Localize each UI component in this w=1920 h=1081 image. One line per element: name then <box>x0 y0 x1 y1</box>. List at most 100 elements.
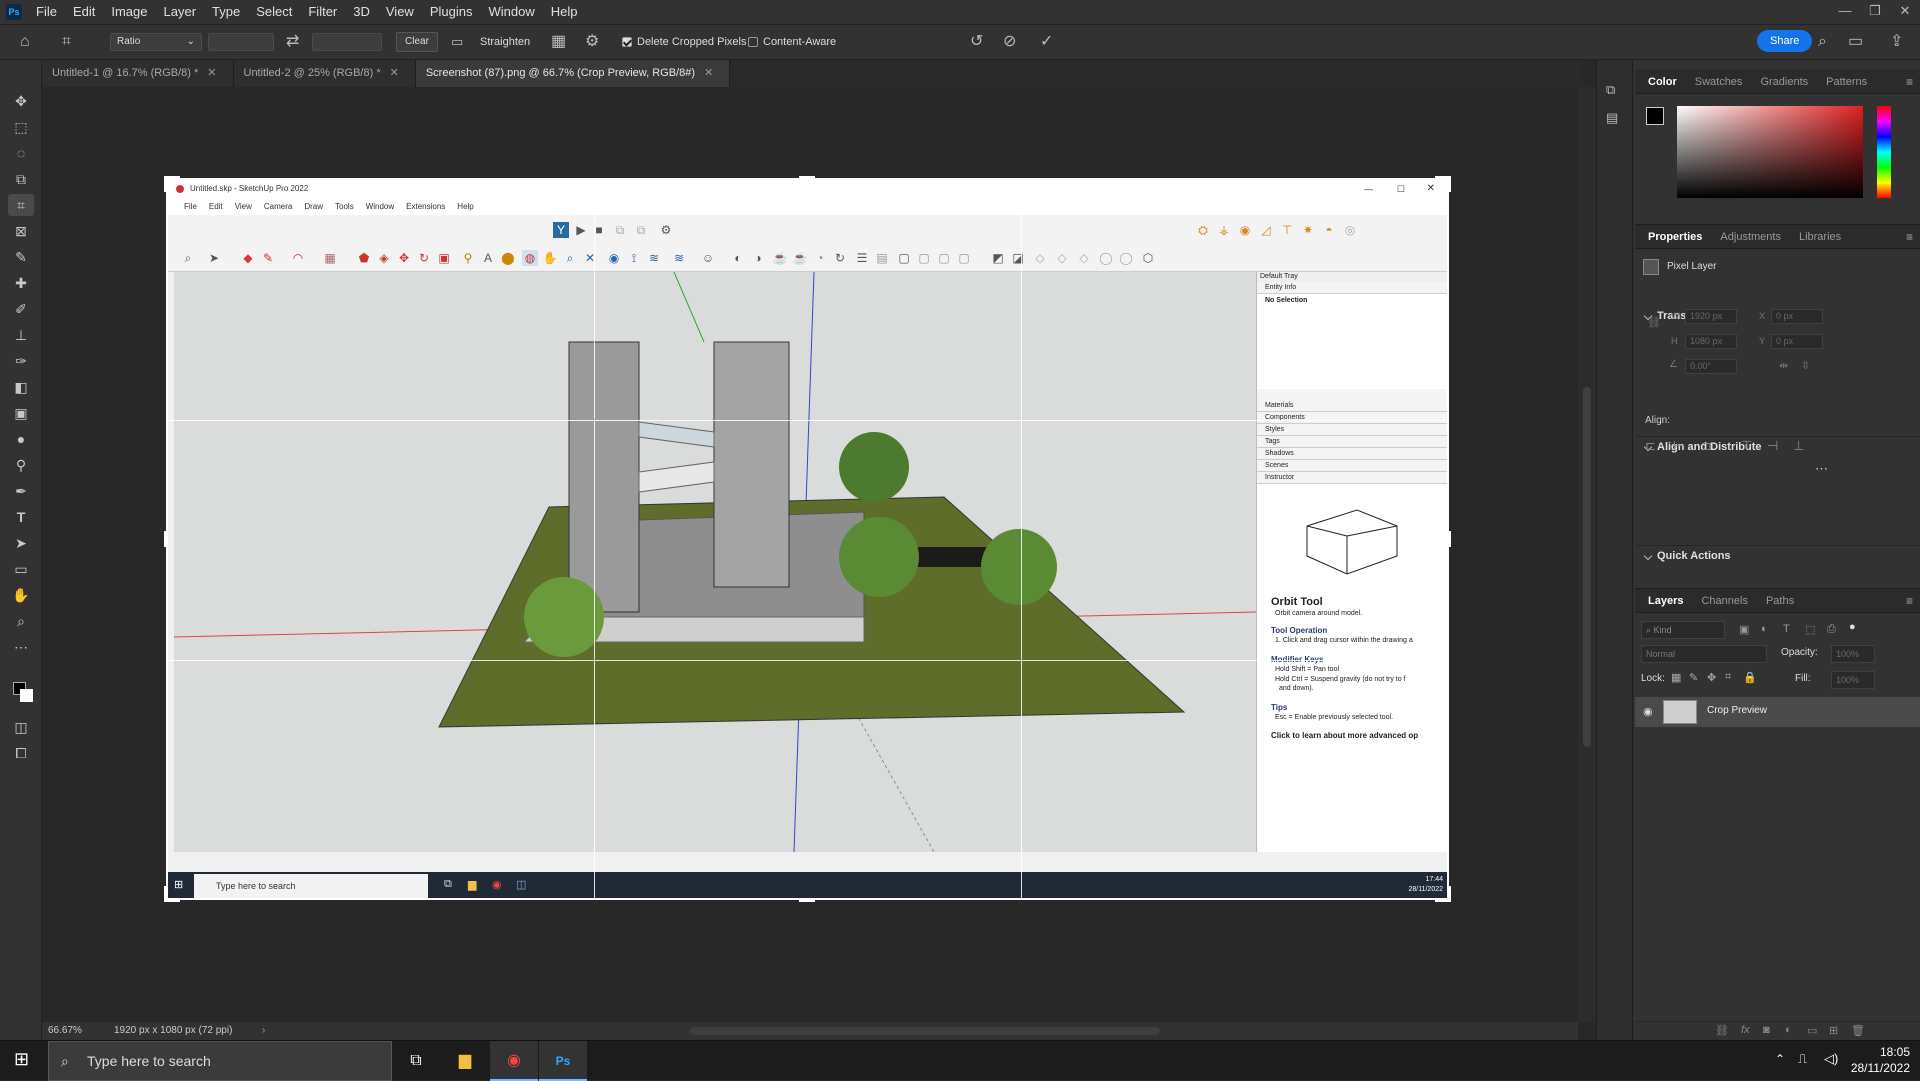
height-field[interactable]: 1080 px <box>1685 334 1737 349</box>
more-options-icon[interactable]: ⋯ <box>1815 461 1828 477</box>
tray-tags[interactable]: Tags <box>1257 436 1449 448</box>
view-icon[interactable]: ▢ <box>936 250 952 266</box>
filter-shape-icon[interactable]: ⬚ <box>1805 623 1815 636</box>
close-icon[interactable]: ✕ <box>1890 0 1920 24</box>
entity-info-header[interactable]: Entity Info <box>1257 282 1449 294</box>
filter-pixel-icon[interactable]: ▣ <box>1739 623 1749 636</box>
document-info[interactable]: 1920 px x 1080 px (72 ppi) <box>114 1022 232 1040</box>
close-icon[interactable]: ✕ <box>1427 178 1435 200</box>
sandbox-icon[interactable]: ⛭ <box>1195 222 1211 238</box>
filter-type-icon[interactable]: T <box>1783 623 1790 635</box>
eraser-icon[interactable]: ◆ <box>240 250 256 266</box>
su-menu-extensions[interactable]: Extensions <box>400 200 451 215</box>
scrollbar-horizontal-thumb[interactable] <box>690 1027 1160 1035</box>
crop-tool-icon[interactable]: ⌗ <box>8 194 34 216</box>
zoom-level[interactable]: 66.67% <box>48 1022 82 1040</box>
trimble-icon[interactable]: ◐ <box>730 250 746 266</box>
windows-start-icon[interactable]: ⊞ <box>174 878 183 891</box>
minimize-icon[interactable]: — <box>1364 178 1373 200</box>
more-tools-icon[interactable]: ⋯ <box>8 636 34 658</box>
gradient-tool-icon[interactable]: ▣ <box>8 402 34 424</box>
su-menu-file[interactable]: File <box>178 200 203 215</box>
hue-slider[interactable] <box>1877 106 1891 198</box>
solid-tools-icon[interactable]: ◪ <box>1010 250 1026 266</box>
restore-icon[interactable]: ☐ <box>1397 178 1405 200</box>
section-icon[interactable]: ◉ <box>606 250 622 266</box>
minimize-icon[interactable]: — <box>1830 0 1860 24</box>
close-icon[interactable]: ✕ <box>704 67 713 79</box>
document-image[interactable]: Untitled.skp - SketchUp Pro 2022 — ☐ ✕ F… <box>166 178 1449 900</box>
tab-properties[interactable]: Properties <box>1639 225 1711 248</box>
blend-mode-select[interactable]: Normal <box>1641 645 1767 663</box>
tab-paths[interactable]: Paths <box>1757 589 1803 612</box>
panel-menu-icon[interactable]: ≡ <box>1906 589 1920 612</box>
solid-tools-icon[interactable]: ◯ <box>1118 250 1134 266</box>
object-select-icon[interactable]: ⧉ <box>8 168 34 190</box>
view-icon[interactable]: ▢ <box>916 250 932 266</box>
menu-file[interactable]: File <box>28 0 65 24</box>
step-icon[interactable]: ⧉ <box>612 222 628 238</box>
menu-help[interactable]: Help <box>543 0 586 24</box>
solid-tools-icon[interactable]: ◇ <box>1054 250 1070 266</box>
history-icon[interactable]: ⧉ <box>1606 82 1615 98</box>
learn-more-link[interactable]: Click to learn about more advanced op <box>1271 731 1418 740</box>
sandbox-icon[interactable]: ◉ <box>1237 222 1253 238</box>
orbit-icon[interactable]: ◍ <box>522 250 538 266</box>
pan-icon[interactable]: ✋ <box>542 250 558 266</box>
width-field[interactable]: 1920 px <box>1685 309 1737 324</box>
sandbox-icon[interactable]: ⊤ <box>1279 222 1295 238</box>
add-mask-icon[interactable]: ◙ <box>1763 1024 1770 1036</box>
su-menu-edit[interactable]: Edit <box>203 200 229 215</box>
section-icon[interactable]: ⟟ <box>626 250 642 266</box>
su-menu-draw[interactable]: Draw <box>298 200 329 215</box>
close-icon[interactable]: ✕ <box>207 67 216 79</box>
tab-adjustments[interactable]: Adjustments <box>1711 225 1790 248</box>
solid-tools-icon[interactable]: ◯ <box>1098 250 1114 266</box>
file-explorer-icon[interactable]: ▆ <box>441 1041 489 1081</box>
su-menu-view[interactable]: View <box>229 200 258 215</box>
background-color-swatch[interactable] <box>20 689 33 702</box>
eyedropper-icon[interactable]: ✎ <box>8 246 34 268</box>
history-brush-icon[interactable]: ✑ <box>8 350 34 372</box>
rectangle-tool-icon[interactable]: ▭ <box>8 558 34 580</box>
filter-adjustment-icon[interactable]: ◐ <box>1761 623 1768 635</box>
sandbox-icon[interactable]: ⚶ <box>1216 222 1232 238</box>
eye-visibility-icon[interactable]: ◉ <box>1643 705 1653 718</box>
share-export-icon[interactable]: ⇪ <box>1890 25 1903 59</box>
tab-screenshot[interactable]: Screenshot (87).png @ 66.7% (Crop Previe… <box>415 60 731 87</box>
link-layers-icon[interactable]: ⛓ <box>1715 1024 1729 1037</box>
align-top-icon[interactable]: ⊤ <box>1741 438 1752 454</box>
hand-tool-icon[interactable]: ✋ <box>8 584 34 606</box>
quick-mask-icon[interactable]: ◫ <box>8 716 34 738</box>
rectangle-icon[interactable]: ▦ <box>322 250 338 266</box>
close-icon[interactable]: ✕ <box>390 67 399 79</box>
menu-image[interactable]: Image <box>103 0 155 24</box>
taskbar-clock[interactable]: 18:05 28/11/2022 <box>1851 1044 1910 1076</box>
layout-icon[interactable]: ☰ <box>854 250 870 266</box>
lock-all-icon[interactable]: 🔒 <box>1743 671 1757 684</box>
play-icon[interactable]: ▶ <box>573 222 589 238</box>
chevron-right-icon[interactable]: › <box>262 1022 265 1040</box>
align-bottom-icon[interactable]: ⊥ <box>1793 438 1804 454</box>
tab-untitled-2[interactable]: Untitled-2 @ 25% (RGB/8) * ✕ <box>233 60 416 87</box>
layout-icon[interactable]: ▤ <box>874 250 890 266</box>
style-icon[interactable]: ◔ <box>812 250 828 266</box>
tray-components[interactable]: Components <box>1257 412 1449 424</box>
sandbox-icon[interactable]: ◓ <box>1321 222 1337 238</box>
y-field[interactable]: 0 px <box>1771 334 1823 349</box>
text-icon[interactable]: A <box>480 250 496 266</box>
taskbar-search[interactable]: ⌕ Type here to search <box>48 1041 392 1081</box>
menu-filter[interactable]: Filter <box>300 0 345 24</box>
straighten-label[interactable]: Straighten <box>480 36 530 48</box>
menu-type[interactable]: Type <box>204 0 248 24</box>
tray-instructor[interactable]: Instructor <box>1257 472 1449 484</box>
task-view-icon[interactable]: ⧉ <box>392 1041 440 1081</box>
zoom-tool-icon[interactable]: ⌕ <box>8 610 34 632</box>
select-icon[interactable]: ➤ <box>206 250 222 266</box>
tape-icon[interactable]: ⚲ <box>460 250 476 266</box>
windows-start-icon[interactable]: ⊞ <box>14 1049 29 1070</box>
width-field[interactable] <box>208 33 274 51</box>
dodge-tool-icon[interactable]: ⚲ <box>8 454 34 476</box>
straighten-icon[interactable]: ▭ <box>451 25 463 59</box>
foreground-swatch[interactable] <box>1646 107 1664 125</box>
